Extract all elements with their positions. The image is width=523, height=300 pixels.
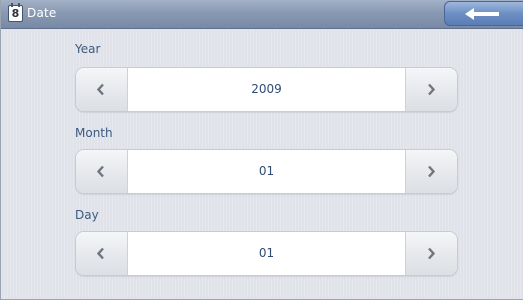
window-title: Date [27,6,57,20]
year-prev-button[interactable] [76,68,128,111]
month-prev-button[interactable] [76,150,128,193]
chevron-left-icon [96,247,104,260]
chevron-left-icon [96,165,104,178]
day-selector: 01 [75,231,458,276]
year-selector: 2009 [75,67,458,112]
day-prev-button[interactable] [76,232,128,275]
month-next-button[interactable] [405,150,457,193]
calendar-icon: 8 [8,3,23,22]
day-next-button[interactable] [405,232,457,275]
chevron-right-icon [428,247,436,260]
back-arrow-icon [465,8,499,20]
title-bar: 8 Date [1,0,523,29]
chevron-right-icon [428,165,436,178]
year-next-button[interactable] [405,68,457,111]
year-value: 2009 [251,82,282,96]
calendar-icon-text: 8 [11,7,20,20]
year-label: Year [75,42,101,56]
month-label: Month [75,126,113,140]
month-selector: 01 [75,149,458,194]
chevron-left-icon [96,83,104,96]
day-label: Day [75,208,99,222]
month-value: 01 [258,164,275,178]
back-button[interactable] [444,1,523,26]
day-value: 01 [258,246,275,260]
chevron-right-icon [428,83,436,96]
date-panel: 8 Date Year 2009 Month 01 Day 01 [0,0,523,300]
